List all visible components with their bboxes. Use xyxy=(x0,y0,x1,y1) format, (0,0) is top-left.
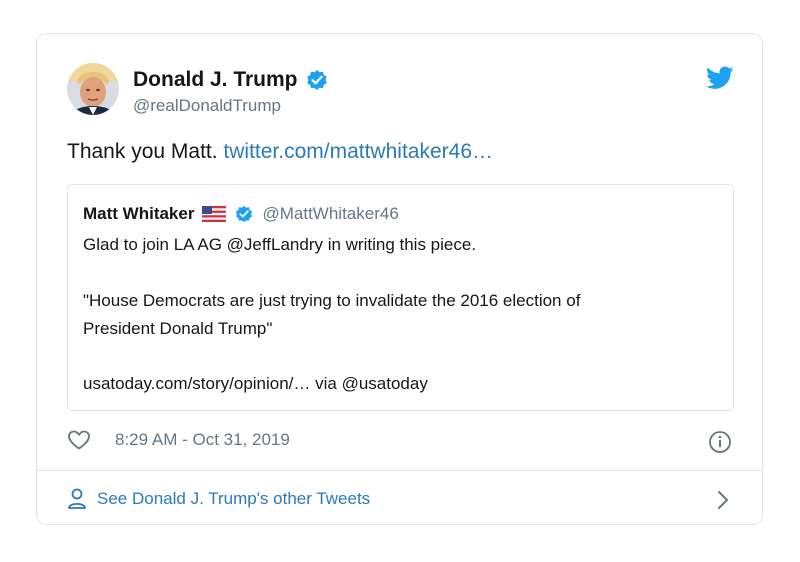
quoted-text-line-2: "House Democrats are just trying to inva… xyxy=(83,291,581,310)
chevron-right-icon[interactable] xyxy=(716,489,730,511)
timestamp[interactable]: 8:29 AM - Oct 31, 2019 xyxy=(115,430,290,450)
quoted-author-handle[interactable]: @MattWhitaker46 xyxy=(262,204,398,224)
author-name[interactable]: Donald J. Trump xyxy=(133,68,298,92)
tweet-card: Donald J. Trump @realDonaldTrump Thank y… xyxy=(36,33,763,525)
info-icon[interactable] xyxy=(708,430,732,454)
tweet-meta: 8:29 AM - Oct 31, 2019 xyxy=(67,428,290,452)
heart-icon[interactable] xyxy=(67,428,91,452)
author-handle[interactable]: @realDonaldTrump xyxy=(133,96,281,116)
verified-icon xyxy=(306,69,328,91)
avatar[interactable] xyxy=(67,63,119,115)
author-name-row[interactable]: Donald J. Trump xyxy=(133,68,328,92)
quoted-text-line-4: usatoday.com/story/opinion/… via @usatod… xyxy=(83,374,428,393)
person-icon xyxy=(67,487,87,511)
quoted-text-line-3: President Donald Trump" xyxy=(83,319,273,338)
verified-icon xyxy=(235,205,253,223)
see-other-tweets-label[interactable]: See Donald J. Trump's other Tweets xyxy=(97,489,370,509)
divider xyxy=(37,470,762,471)
twitter-bird-icon[interactable] xyxy=(706,66,734,90)
tweet-body: Thank you Matt. xyxy=(67,140,224,163)
us-flag-icon xyxy=(202,206,227,222)
quoted-tweet-header: Matt Whitaker @MattWhitaker46 xyxy=(83,204,399,224)
tweet-text: Thank you Matt. twitter.com/mattwhitaker… xyxy=(67,140,493,164)
tweet-link[interactable]: twitter.com/mattwhitaker46… xyxy=(223,140,493,163)
quoted-text-line-1: Glad to join LA AG @JeffLandry in writin… xyxy=(83,235,477,254)
see-other-tweets-link[interactable]: See Donald J. Trump's other Tweets xyxy=(67,487,370,511)
quoted-tweet[interactable]: Matt Whitaker @MattWhitaker46 Glad to jo… xyxy=(67,184,734,411)
quoted-author-name[interactable]: Matt Whitaker xyxy=(83,204,194,224)
